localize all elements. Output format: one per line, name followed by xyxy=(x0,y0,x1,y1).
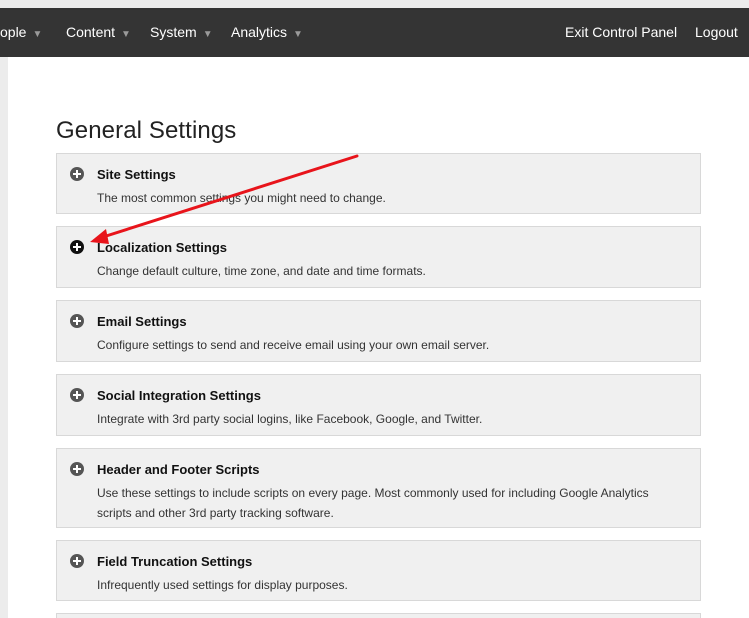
panel-description: Change default culture, time zone, and d… xyxy=(97,264,426,278)
plus-circle-icon[interactable] xyxy=(70,554,84,568)
exit-control-panel-link[interactable]: Exit Control Panel xyxy=(565,8,677,57)
nav-content[interactable]: Content ▼ xyxy=(66,8,131,57)
plus-circle-icon[interactable] xyxy=(70,462,84,476)
nav-people-label: ople xyxy=(0,24,27,40)
nav-analytics-label: Analytics xyxy=(231,24,288,40)
panel-email-settings[interactable]: Email Settings Configure settings to sen… xyxy=(56,300,701,362)
panel-site-settings[interactable]: Site Settings The most common settings y… xyxy=(56,153,701,214)
chevron-down-icon: ▼ xyxy=(32,29,43,40)
top-nav-bar: ople ▼ Content ▼ System ▼ Analytics ▼ Exit C… xyxy=(0,8,749,57)
panel-localization-settings[interactable]: Localization Settings Change default cul… xyxy=(56,226,701,288)
chevron-down-icon: ▼ xyxy=(202,29,213,40)
panel-partial-next[interactable] xyxy=(56,613,701,618)
plus-circle-icon[interactable] xyxy=(70,388,84,402)
nav-analytics[interactable]: Analytics ▼ xyxy=(231,8,303,57)
main-content: General Settings Site Settings The most … xyxy=(8,57,749,618)
plus-circle-icon[interactable] xyxy=(70,314,84,328)
panel-title: Email Settings xyxy=(97,314,187,329)
panel-title: Header and Footer Scripts xyxy=(97,462,260,477)
panel-social-integration-settings[interactable]: Social Integration Settings Integrate wi… xyxy=(56,374,701,436)
plus-circle-icon[interactable] xyxy=(70,167,84,181)
panel-description: Configure settings to send and receive e… xyxy=(97,338,490,352)
chevron-down-icon: ▼ xyxy=(121,29,131,40)
logout-link[interactable]: Logout xyxy=(695,8,738,57)
nav-content-label: Content xyxy=(66,24,116,40)
panel-title: Field Truncation Settings xyxy=(97,554,253,569)
panel-field-truncation-settings[interactable]: Field Truncation Settings Infrequently u… xyxy=(56,540,701,601)
panel-title: Site Settings xyxy=(97,167,176,182)
panel-header-footer-scripts[interactable]: Header and Footer Scripts Use these sett… xyxy=(56,448,701,528)
panel-title: Social Integration Settings xyxy=(97,388,261,403)
panel-description: Integrate with 3rd party social logins, … xyxy=(97,412,483,426)
nav-system[interactable]: System ▼ xyxy=(150,8,213,57)
plus-circle-icon[interactable] xyxy=(70,240,84,254)
panel-description: Use these settings to include scripts on… xyxy=(97,486,649,520)
nav-system-label: System xyxy=(150,24,197,40)
chevron-down-icon: ▼ xyxy=(293,29,303,40)
panel-description: Infrequently used settings for display p… xyxy=(97,578,348,592)
page-title: General Settings xyxy=(56,117,237,144)
panel-description: The most common settings you might need … xyxy=(97,191,386,205)
panel-title: Localization Settings xyxy=(97,240,228,255)
nav-people[interactable]: ople ▼ xyxy=(0,8,42,57)
